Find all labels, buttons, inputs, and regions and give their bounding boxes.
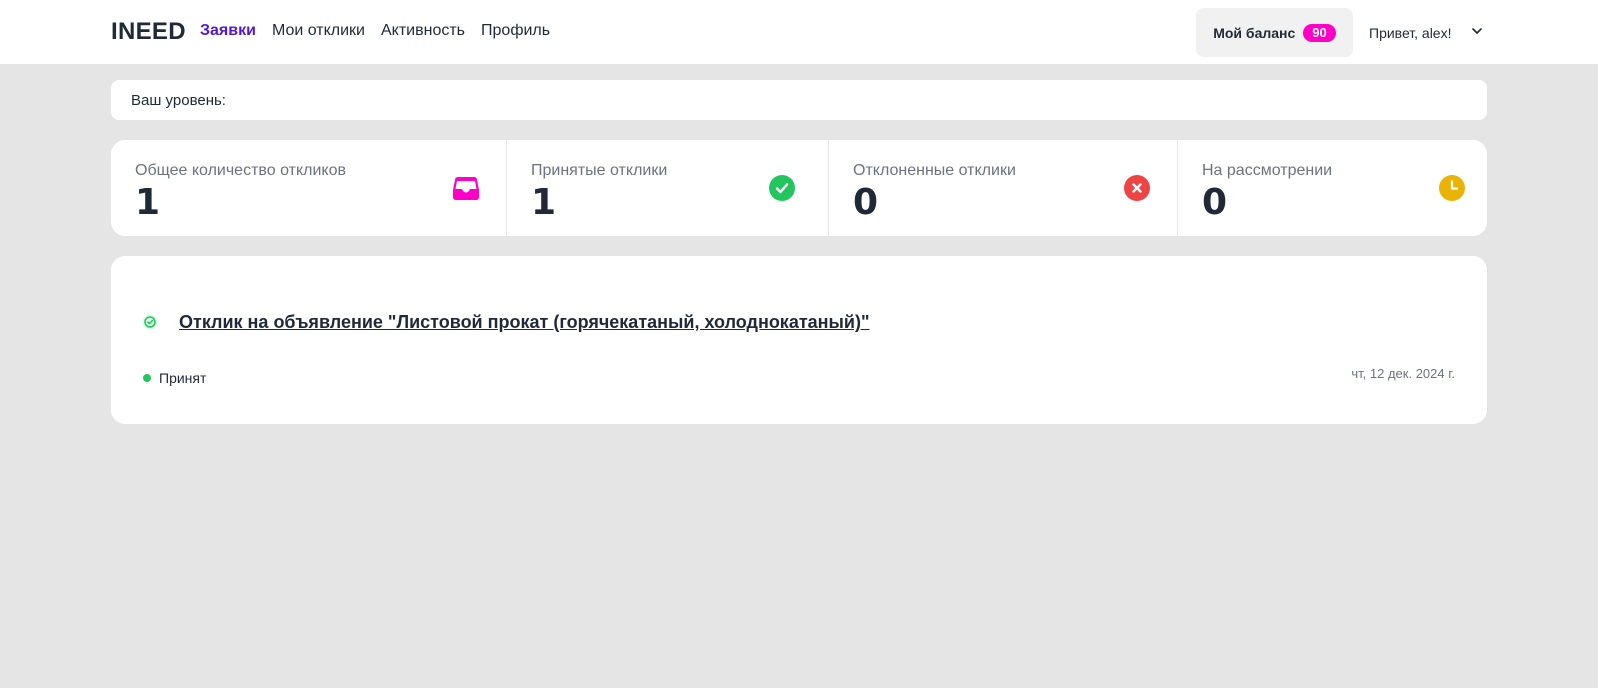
x-circle-icon <box>1124 175 1150 201</box>
stat-label: Принятые отклики <box>531 162 668 179</box>
response-date: чт, 12 дек. 2024 г. <box>1351 366 1455 381</box>
check-circle-icon <box>769 175 795 201</box>
stat-total-responses: Общее количество откликов 1 <box>111 140 507 236</box>
stat-value: 1 <box>531 182 557 223</box>
stat-value: 1 <box>135 182 161 223</box>
user-level-card: Ваш уровень: <box>111 80 1487 120</box>
response-title-link[interactable]: Отклик на объявление "Листовой прокат (г… <box>179 312 870 333</box>
stat-value: 0 <box>1202 182 1228 223</box>
nav-item-activity[interactable]: Активность <box>381 22 465 40</box>
check-circle-icon <box>142 314 158 330</box>
user-greeting[interactable]: Привет, alex! <box>1369 25 1451 41</box>
status-badge: Принят <box>159 370 207 386</box>
balance-badge: 90 <box>1303 23 1336 42</box>
stats-panel: Общее количество откликов 1 Принятые отк… <box>111 140 1487 236</box>
clock-icon <box>1439 175 1465 201</box>
stat-label: На рассмотрении <box>1202 162 1333 179</box>
stat-pending-responses: На рассмотрении 0 <box>1178 140 1487 236</box>
chevron-down-icon[interactable] <box>1470 24 1484 38</box>
status-dot <box>143 374 151 382</box>
nav-item-profile[interactable]: Профиль <box>481 22 550 40</box>
top-navbar: INEED Заявки Мои отклики Активность Проф… <box>0 0 1598 64</box>
level-label: Ваш уровень: <box>131 92 226 109</box>
stat-accepted-responses: Принятые отклики 1 <box>507 140 829 236</box>
main-nav: Заявки Мои отклики Активность Профиль <box>200 22 550 40</box>
balance-label: Мой баланс <box>1213 24 1296 41</box>
response-card: Отклик на объявление "Листовой прокат (г… <box>111 256 1487 424</box>
logo[interactable]: INEED <box>111 18 186 46</box>
nav-item-my-responses[interactable]: Мои отклики <box>272 22 365 40</box>
stat-label: Общее количество откликов <box>135 162 346 179</box>
stat-rejected-responses: Отклоненные отклики 0 <box>829 140 1178 236</box>
stat-label: Отклоненные отклики <box>853 162 1016 179</box>
balance-button[interactable]: Мой баланс 90 <box>1196 8 1353 57</box>
stat-value: 0 <box>853 182 879 223</box>
nav-item-requests[interactable]: Заявки <box>200 22 256 40</box>
inbox-icon <box>453 177 479 200</box>
